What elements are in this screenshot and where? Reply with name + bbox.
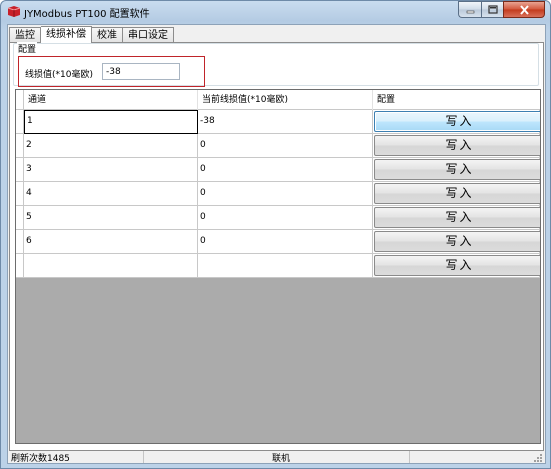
write-button[interactable]: 写入 [374, 183, 540, 204]
minimize-button[interactable] [458, 1, 481, 18]
row-header[interactable] [16, 110, 24, 134]
tab-serial-settings[interactable]: 串口设定 [123, 27, 174, 43]
client-area: 监控 线损补偿 校准 串口设定 配置 线损值(*10毫欧) 通道 当前线损值(*… [7, 24, 546, 464]
connection-status: 联机 [272, 454, 291, 464]
table-row: 2 0 写入 [16, 134, 540, 158]
write-button[interactable]: 写入 [374, 207, 540, 228]
channel-cell[interactable]: 5 [24, 206, 198, 230]
row-header[interactable] [16, 134, 24, 158]
column-header-config: 配置 [377, 95, 396, 105]
value-cell[interactable]: 0 [198, 230, 373, 254]
window-controls [458, 1, 545, 18]
row-header[interactable] [16, 206, 24, 230]
table-row: 5 0 写入 [16, 206, 540, 230]
maximize-icon [487, 5, 498, 14]
title-bar[interactable]: JYModbus PT100 配置软件 [1, 1, 550, 23]
value-cell[interactable]: 0 [198, 206, 373, 230]
status-bar: 刷新次数1485 联机 [9, 451, 544, 464]
tab-line-loss-compensation[interactable]: 线损补偿 [41, 26, 92, 43]
maximize-button[interactable] [481, 1, 503, 18]
line-loss-panel: 配置 线损值(*10毫欧) 通道 当前线损值(*10毫欧) 配置 1 -38 写… [9, 42, 544, 451]
app-logo-icon [7, 6, 21, 17]
config-group-label: 配置 [17, 42, 38, 55]
row-header[interactable] [16, 254, 24, 278]
write-button[interactable]: 写入 [374, 111, 540, 132]
row-header[interactable] [16, 230, 24, 254]
app-window: JYModbus PT100 配置软件 监控 线损补偿 校准 串口设定 配置 线… [0, 0, 551, 469]
grid-header: 通道 当前线损值(*10毫欧) 配置 [16, 90, 540, 110]
refresh-count: 刷新次数1485 [11, 454, 70, 464]
button-cell: 写入 [373, 158, 540, 182]
value-cell[interactable]: -38 [198, 110, 373, 134]
table-row-new: 写入 [16, 254, 540, 278]
button-cell: 写入 [373, 230, 540, 254]
value-cell[interactable]: 0 [198, 134, 373, 158]
column-header-channel: 通道 [24, 90, 198, 110]
write-button[interactable]: 写入 [374, 159, 540, 180]
write-button[interactable]: 写入 [374, 135, 540, 156]
value-cell[interactable]: 0 [198, 182, 373, 206]
tab-strip: 监控 线损补偿 校准 串口设定 [9, 26, 174, 43]
line-loss-field-label: 线损值(*10毫欧) [25, 70, 93, 80]
button-cell: 写入 [373, 110, 540, 134]
channel-cell[interactable]: 1 [24, 110, 198, 134]
channel-grid: 通道 当前线损值(*10毫欧) 配置 1 -38 写入 2 0 写入 3 0 写… [15, 89, 541, 444]
button-cell: 写入 [373, 206, 540, 230]
write-button[interactable]: 写入 [374, 255, 540, 276]
table-row: 1 -38 写入 [16, 110, 540, 134]
write-button[interactable]: 写入 [374, 231, 540, 252]
close-icon [519, 4, 529, 15]
channel-cell[interactable]: 4 [24, 182, 198, 206]
row-header[interactable] [16, 158, 24, 182]
table-row: 4 0 写入 [16, 182, 540, 206]
line-loss-input[interactable] [102, 63, 180, 80]
status-divider [143, 451, 144, 463]
table-row: 6 0 写入 [16, 230, 540, 254]
table-row: 3 0 写入 [16, 158, 540, 182]
column-header-current-value: 当前线损值(*10毫欧) [198, 90, 373, 110]
close-button[interactable] [503, 1, 545, 18]
channel-cell[interactable]: 2 [24, 134, 198, 158]
button-cell: 写入 [373, 134, 540, 158]
minimize-icon [466, 10, 474, 13]
channel-cell[interactable]: 3 [24, 158, 198, 182]
status-divider [409, 451, 410, 463]
button-cell: 写入 [373, 254, 540, 278]
button-cell: 写入 [373, 182, 540, 206]
row-header-corner [16, 90, 24, 110]
tab-calibration[interactable]: 校准 [92, 27, 123, 43]
resize-grip-icon[interactable] [533, 453, 543, 463]
value-cell[interactable]: 0 [198, 158, 373, 182]
value-cell[interactable] [198, 254, 373, 278]
channel-cell[interactable]: 6 [24, 230, 198, 254]
row-header[interactable] [16, 182, 24, 206]
window-title: JYModbus PT100 配置软件 [24, 9, 150, 20]
channel-cell[interactable] [24, 254, 198, 278]
tab-monitor[interactable]: 监控 [9, 27, 41, 43]
